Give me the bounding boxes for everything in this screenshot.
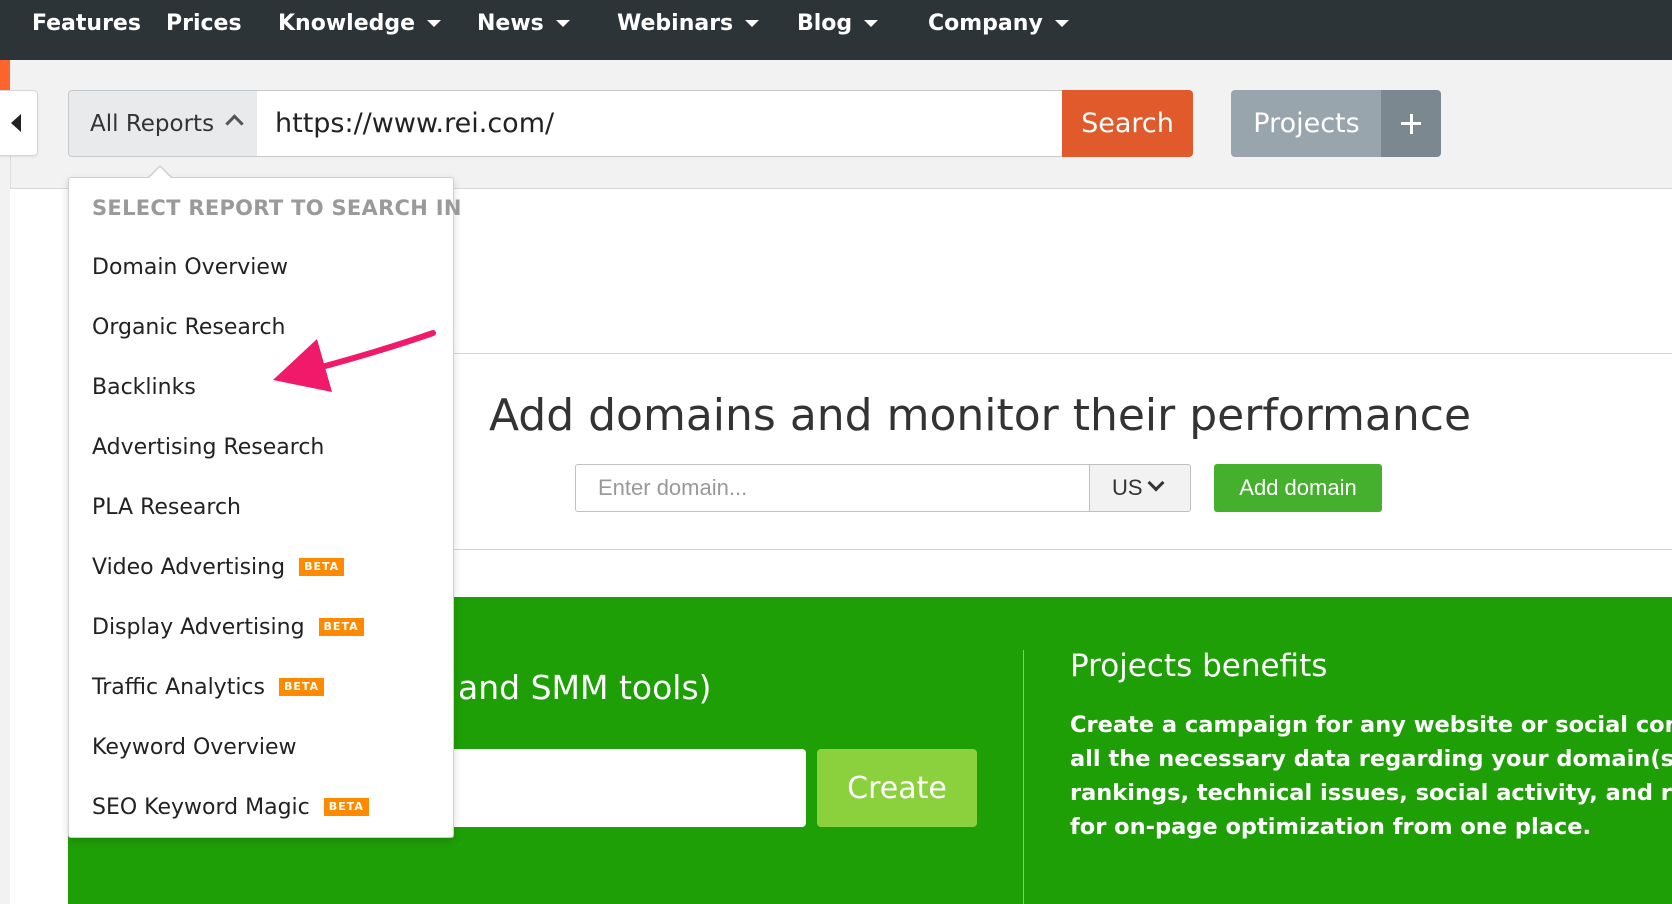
dropdown-pointer-fill — [148, 167, 172, 179]
dropdown-heading: SELECT REPORT TO SEARCH IN — [92, 196, 462, 220]
dropdown-item-label: Organic Research — [92, 314, 286, 340]
benefits-title: Projects benefits — [1070, 648, 1328, 684]
orange-accent-strip — [0, 60, 10, 90]
dropdown-item-label: Video Advertising — [92, 554, 286, 580]
nav-features-label: Features — [32, 10, 141, 36]
report-dropdown: SELECT REPORT TO SEARCH IN Domain Overvi… — [68, 177, 461, 838]
nav-company[interactable]: Company — [928, 0, 1069, 46]
nav-knowledge[interactable]: Knowledge — [278, 0, 442, 46]
annotation-arrow-icon — [273, 330, 436, 392]
beta-badge: BETA — [318, 618, 364, 636]
create-project-button[interactable]: Create — [817, 749, 977, 827]
nav-blog[interactable]: Blog — [797, 0, 879, 46]
projects-button[interactable]: Projects — [1231, 90, 1382, 157]
caret-down-icon — [427, 19, 442, 27]
dropdown-item-video-advertising[interactable]: Video Advertising BETA — [92, 547, 345, 587]
dropdown-item-domain-overview[interactable]: Domain Overview — [92, 247, 288, 287]
dropdown-item-backlinks[interactable]: Backlinks — [92, 367, 196, 407]
projects-heading: and SMM tools) — [458, 668, 712, 707]
divider — [453, 353, 1672, 354]
caret-down-icon — [864, 19, 879, 27]
divider — [453, 549, 1672, 550]
benefits-line: Create a campaign for any website or soc… — [1070, 712, 1672, 738]
benefits-line: rankings, technical issues, social activ… — [1070, 780, 1672, 806]
nav-news-label: News — [477, 10, 544, 36]
dropdown-item-label: PLA Research — [92, 494, 241, 520]
country-value: US — [1112, 475, 1143, 500]
dropdown-item-label: Traffic Analytics — [92, 674, 265, 700]
nav-news[interactable]: News — [477, 0, 570, 46]
nav-knowledge-label: Knowledge — [278, 10, 416, 36]
report-select[interactable]: All Reports — [68, 90, 258, 157]
dropdown-item-label: Keyword Overview — [92, 734, 297, 760]
dropdown-item-advertising-research[interactable]: Advertising Research — [92, 427, 324, 467]
nav-prices-label: Prices — [166, 10, 242, 36]
dropdown-item-seo-keyword-magic[interactable]: SEO Keyword Magic BETA — [92, 787, 369, 827]
triangle-left-icon — [10, 114, 21, 132]
search-url-input[interactable]: https://www.rei.com/ — [257, 90, 1063, 157]
caret-down-icon — [1054, 19, 1069, 27]
benefits-line: all the necessary data regarding your do… — [1070, 746, 1672, 772]
nav-blog-label: Blog — [797, 10, 853, 36]
dropdown-item-pla-research[interactable]: PLA Research — [92, 487, 241, 527]
nav-features[interactable]: Features — [32, 0, 141, 46]
dropdown-item-keyword-overview[interactable]: Keyword Overview — [92, 727, 297, 767]
chevron-up-icon — [225, 114, 244, 133]
nav-company-label: Company — [928, 10, 1043, 36]
search-button[interactable]: Search — [1062, 90, 1193, 157]
country-select[interactable]: US — [1089, 464, 1191, 512]
add-domain-button[interactable]: Add domain — [1214, 464, 1382, 512]
domain-input[interactable]: Enter domain... — [575, 464, 1090, 512]
dropdown-item-label: Advertising Research — [92, 434, 325, 460]
dropdown-item-label: Domain Overview — [92, 254, 288, 280]
caret-down-icon — [555, 19, 570, 27]
dropdown-item-display-advertising[interactable]: Display Advertising BETA — [92, 607, 364, 647]
beta-badge: BETA — [323, 798, 369, 816]
nav-webinars[interactable]: Webinars — [617, 0, 760, 46]
nav-prices[interactable]: Prices — [166, 0, 242, 46]
chevron-down-icon — [1147, 474, 1165, 492]
benefits-text: Create a campaign for any website or soc… — [1070, 708, 1672, 844]
monitor-title: Add domains and monitor their performanc… — [488, 390, 1472, 441]
dropdown-item-organic-research[interactable]: Organic Research — [92, 307, 285, 347]
nav-webinars-label: Webinars — [617, 10, 734, 36]
beta-badge: BETA — [299, 558, 345, 576]
beta-badge: BETA — [279, 678, 325, 696]
dropdown-item-traffic-analytics[interactable]: Traffic Analytics BETA — [92, 667, 325, 707]
benefits-line: for on-page optimization from one place. — [1070, 814, 1592, 840]
plus-icon[interactable] — [1381, 90, 1441, 157]
top-nav-bar: Features Prices Knowledge News Webinars … — [0, 0, 1672, 60]
dropdown-item-label: Display Advertising — [92, 614, 305, 640]
caret-down-icon — [745, 19, 760, 27]
section-divider — [1023, 650, 1024, 904]
report-select-label: All Reports — [90, 110, 215, 137]
project-domain-input[interactable] — [440, 749, 806, 827]
dropdown-item-label: SEO Keyword Magic — [92, 794, 310, 820]
dropdown-item-label: Backlinks — [92, 374, 196, 400]
sidebar-collapse-button[interactable] — [0, 90, 38, 156]
